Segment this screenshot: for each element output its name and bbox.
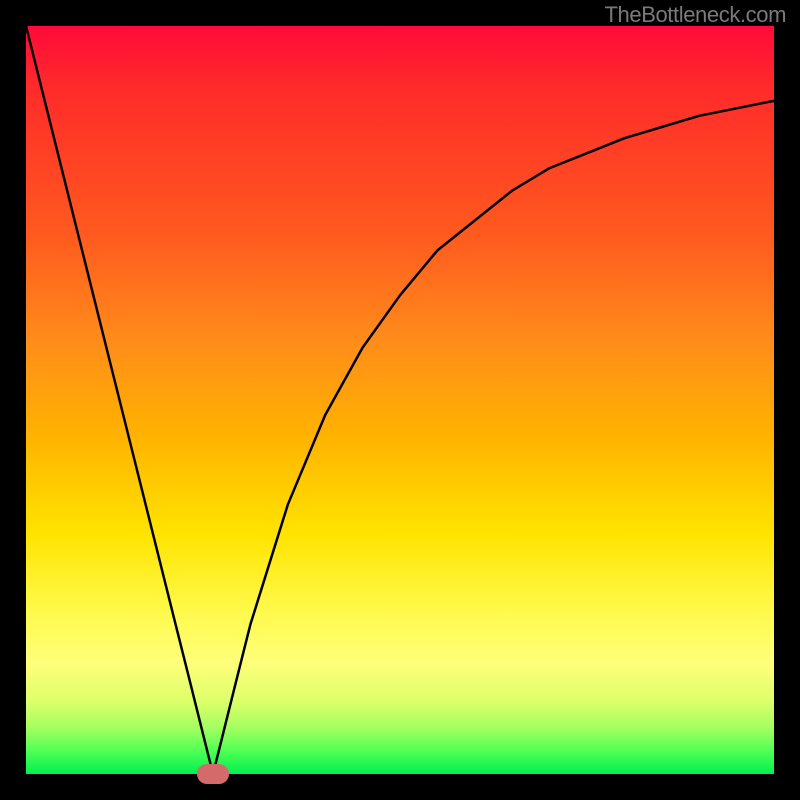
min-marker <box>197 764 229 784</box>
curve-svg <box>26 26 774 774</box>
attribution-text: TheBottleneck.com <box>604 2 786 28</box>
bottleneck-curve <box>26 26 774 774</box>
chart-plot-area <box>26 26 774 774</box>
